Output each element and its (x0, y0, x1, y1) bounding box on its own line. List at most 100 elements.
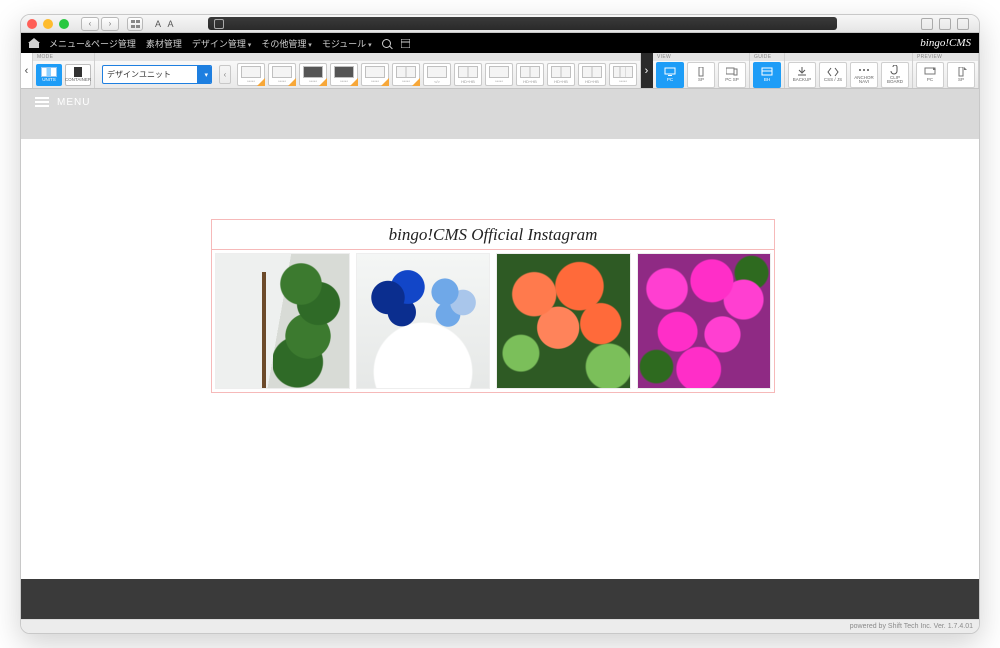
unit-palette-item-6[interactable]: </> (423, 63, 451, 86)
layout-icon[interactable] (401, 39, 410, 48)
unit-label: ***** (278, 79, 286, 84)
guide-header: GUIDE (750, 53, 784, 61)
preview-sp-button[interactable]: SP (947, 62, 975, 88)
unit-palette-item-12[interactable]: ***** (609, 63, 637, 86)
powered-by: powered by Shift Tech Inc. Ver. 1.7.4.01 (850, 623, 973, 630)
menu-label: MENU (57, 97, 90, 108)
unit-palette-item-2[interactable]: ***** (299, 63, 327, 86)
menu-pages[interactable]: メニュー&ページ管理 (49, 37, 136, 50)
instagram-title: bingo!CMS Official Instagram (212, 220, 774, 250)
preview-pc-button[interactable]: PC (916, 62, 944, 88)
view-pcsp-button[interactable]: PC SP (718, 62, 746, 88)
unit-thumb-icon (241, 66, 261, 78)
view-sp-button[interactable]: SP (687, 62, 715, 88)
unit-palette-item-7[interactable]: HD+HB (454, 63, 482, 86)
editor-canvas[interactable]: bingo!CMS Official Instagram (21, 139, 979, 579)
phone-icon (955, 67, 967, 77)
unit-palette-item-10[interactable]: HD+HB (547, 63, 575, 86)
cssjs-button[interactable]: CSS / JS (819, 62, 847, 88)
minimize-window-icon[interactable] (43, 19, 53, 29)
toolbar-collapse-right[interactable]: › (641, 53, 653, 88)
back-button[interactable]: ‹ (81, 17, 99, 31)
view-group: VIEW PC SP PC SP (653, 53, 750, 88)
guide-icon (761, 67, 773, 77)
unit-palette-item-9[interactable]: HD+HB (516, 63, 544, 86)
text-size-control[interactable]: A A (155, 19, 176, 29)
unit-palette-item-4[interactable]: ***** (361, 63, 389, 86)
dropdown-expand-button[interactable]: ‹ (219, 65, 231, 84)
guide-group: GUIDE BH (750, 53, 785, 88)
unit-palette-item-5[interactable]: ***** (392, 63, 420, 86)
menu-assets[interactable]: 素材管理 (146, 37, 182, 50)
forward-button[interactable]: › (101, 17, 119, 31)
hamburger-icon (35, 97, 49, 107)
mode-units-label: UNITS (42, 78, 56, 83)
mode-group: MODE UNITS CONTAINER (33, 53, 95, 88)
anchor-nav-button[interactable]: ANCHOR NAVI (850, 62, 878, 88)
guide-bh-button[interactable]: BH (753, 62, 781, 88)
close-window-icon[interactable] (27, 19, 37, 29)
url-bar[interactable] (208, 17, 837, 30)
preview-group: PREVIEW PC SP (913, 53, 979, 88)
clipboard-button[interactable]: CLIP BOARD (881, 62, 909, 88)
instagram-widget[interactable]: bingo!CMS Official Instagram (211, 219, 775, 393)
devices-icon (726, 67, 738, 77)
unit-label: ***** (619, 79, 627, 84)
unit-palette-item-0[interactable]: ***** (237, 63, 265, 86)
unit-thumb-icon (427, 66, 447, 78)
unit-label: ***** (309, 79, 317, 84)
backup-button[interactable]: BACKUP (788, 62, 816, 88)
menu-module[interactable]: モジュール (322, 37, 372, 50)
unit-select-group: デザインユニット ‹ (95, 53, 234, 88)
unit-palette-item-8[interactable]: ***** (485, 63, 513, 86)
toolbar-right (921, 18, 969, 30)
code-icon (827, 67, 839, 77)
menu-design[interactable]: デザイン管理 (192, 37, 251, 50)
preview-header: PREVIEW (913, 53, 978, 61)
nav-arrows: ‹ › (81, 17, 119, 31)
unit-label: ***** (495, 79, 503, 84)
unit-palette-item-11[interactable]: HD+HB (578, 63, 606, 86)
unit-palette-item-3[interactable]: ***** (330, 63, 358, 86)
mode-units-button[interactable]: UNITS (36, 64, 62, 86)
design-unit-dropdown[interactable]: デザインユニット (102, 65, 212, 84)
view-header: VIEW (653, 53, 749, 61)
phone-icon (695, 67, 707, 77)
maximize-window-icon[interactable] (59, 19, 69, 29)
unit-thumb-icon (551, 66, 571, 78)
unit-thumb-icon (396, 66, 416, 78)
unit-thumb-icon (458, 66, 478, 78)
instagram-image-3[interactable] (496, 253, 631, 389)
share-icon[interactable] (921, 18, 933, 30)
mode-container-label: CONTAINER (65, 78, 91, 83)
menu-button[interactable]: MENU (21, 89, 979, 115)
unit-palette-item-1[interactable]: ***** (268, 63, 296, 86)
instagram-image-2[interactable] (356, 253, 491, 389)
unit-label: </> (434, 79, 440, 84)
unit-thumb-icon (303, 66, 323, 78)
sidebar-toggle-button[interactable] (127, 17, 143, 31)
new-badge-icon (350, 78, 358, 86)
search-icon[interactable] (382, 39, 391, 48)
unit-thumb-icon (365, 66, 385, 78)
home-icon[interactable] (29, 38, 39, 48)
grid-icon (131, 20, 140, 28)
unit-thumb-icon (582, 66, 602, 78)
mode-container-button[interactable]: CONTAINER (65, 64, 91, 86)
instagram-image-4[interactable] (637, 253, 772, 389)
toolbar-collapse-left[interactable]: ‹ (21, 53, 33, 88)
menu-other[interactable]: その他管理 (261, 37, 311, 50)
titlebar: ‹ › A A (21, 15, 979, 33)
tabs-icon[interactable] (957, 18, 969, 30)
dropdown-value: デザインユニット (107, 69, 171, 80)
monitor-icon (924, 67, 936, 77)
editor-toolbar: ‹ MODE UNITS CONTAINER デザインユニット ‹ (21, 53, 979, 89)
new-badge-icon (319, 78, 327, 86)
unit-thumb-icon (520, 66, 540, 78)
actions-group: BACKUP CSS / JS ANCHOR NAVI CLIP BOARD (785, 53, 913, 88)
browser-window: ‹ › A A メニュー&ページ管理 素材管理 デザイン管理 その他管理 モジュ… (20, 14, 980, 634)
instagram-image-1[interactable] (215, 253, 350, 389)
new-tab-icon[interactable] (939, 18, 951, 30)
page-header-band: MENU (21, 89, 979, 139)
view-pc-button[interactable]: PC (656, 62, 684, 88)
